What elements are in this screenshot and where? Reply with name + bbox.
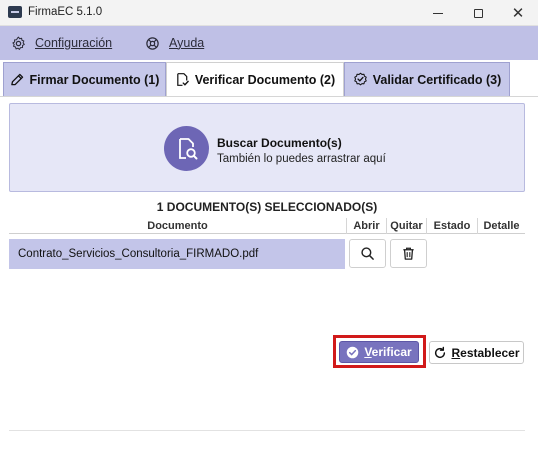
- tab-label: Firmar Documento (1): [29, 72, 160, 87]
- maximize-button[interactable]: [458, 0, 498, 26]
- tab-bar: Firmar Documento (1) Verificar Documento…: [0, 60, 538, 96]
- column-header-estado: Estado: [427, 218, 478, 234]
- column-header-detalle: Detalle: [483, 220, 520, 232]
- tab-firmar-documento[interactable]: Firmar Documento (1): [3, 62, 166, 96]
- close-icon: ✕: [511, 4, 525, 22]
- title-bar: FirmaEC 5.1.0 ✕: [0, 0, 538, 26]
- remove-document-button[interactable]: [390, 239, 427, 268]
- close-button[interactable]: ✕: [498, 0, 538, 26]
- verify-button-label: Verificar: [364, 345, 412, 359]
- tab-label: Validar Certificado (3): [372, 72, 502, 87]
- open-document-button[interactable]: [349, 239, 386, 268]
- verify-panel: Buscar Documento(s) También lo puedes ar…: [0, 96, 538, 468]
- minimize-button[interactable]: [418, 0, 458, 26]
- column-header-documento: Documento: [9, 218, 347, 234]
- table-row: Contrato_Servicios_Consultoria_FIRMADO.p…: [9, 237, 525, 269]
- help-icon: [146, 36, 159, 50]
- divider: [9, 430, 525, 431]
- search-document-icon: [164, 126, 209, 171]
- column-header-quitar: Quitar: [387, 218, 427, 234]
- tab-verificar-documento[interactable]: Verificar Documento (2): [166, 62, 344, 96]
- refresh-icon: [435, 346, 446, 358]
- column-header-abrir: Abrir: [347, 218, 387, 234]
- reset-button-label: Restablecer: [451, 345, 520, 360]
- check-circle-icon: [347, 346, 359, 358]
- verify-document-icon: [177, 73, 189, 86]
- menu-item-label: Configuración: [35, 36, 113, 50]
- tab-validar-certificado[interactable]: Validar Certificado (3): [344, 62, 510, 96]
- gear-icon: [12, 36, 25, 50]
- app-logo-icon: [8, 6, 22, 18]
- menu-item-label: Ayuda: [169, 36, 205, 50]
- drop-zone-title: Buscar Documento(s): [217, 136, 342, 150]
- menu-bar: Configuración Ayuda: [0, 26, 538, 60]
- verify-button[interactable]: Verificar: [339, 341, 419, 363]
- sign-pen-icon: [10, 73, 23, 86]
- window-title: FirmaEC 5.1.0: [28, 6, 103, 18]
- selected-count-label: 1 DOCUMENTO(S) SELECCIONADO(S): [156, 200, 378, 214]
- reset-button[interactable]: Restablecer: [429, 341, 524, 364]
- maximize-icon: [473, 8, 483, 18]
- tab-label: Verificar Documento (2): [194, 72, 336, 87]
- menu-item-ayuda[interactable]: Ayuda: [145, 26, 204, 60]
- certificate-check-icon: [354, 72, 367, 86]
- search-icon: [361, 247, 374, 260]
- minimize-icon: [433, 12, 443, 14]
- document-drop-zone[interactable]: Buscar Documento(s) También lo puedes ar…: [9, 103, 525, 192]
- drop-zone-subtitle: También lo puedes arrastrar aquí: [217, 153, 386, 165]
- document-name-cell[interactable]: Contrato_Servicios_Consultoria_FIRMADO.p…: [9, 239, 345, 269]
- trash-icon: [403, 247, 414, 260]
- documents-table-header: Documento Abrir Quitar Estado Detalle: [9, 218, 525, 234]
- menu-item-configuracion[interactable]: Configuración: [11, 26, 112, 60]
